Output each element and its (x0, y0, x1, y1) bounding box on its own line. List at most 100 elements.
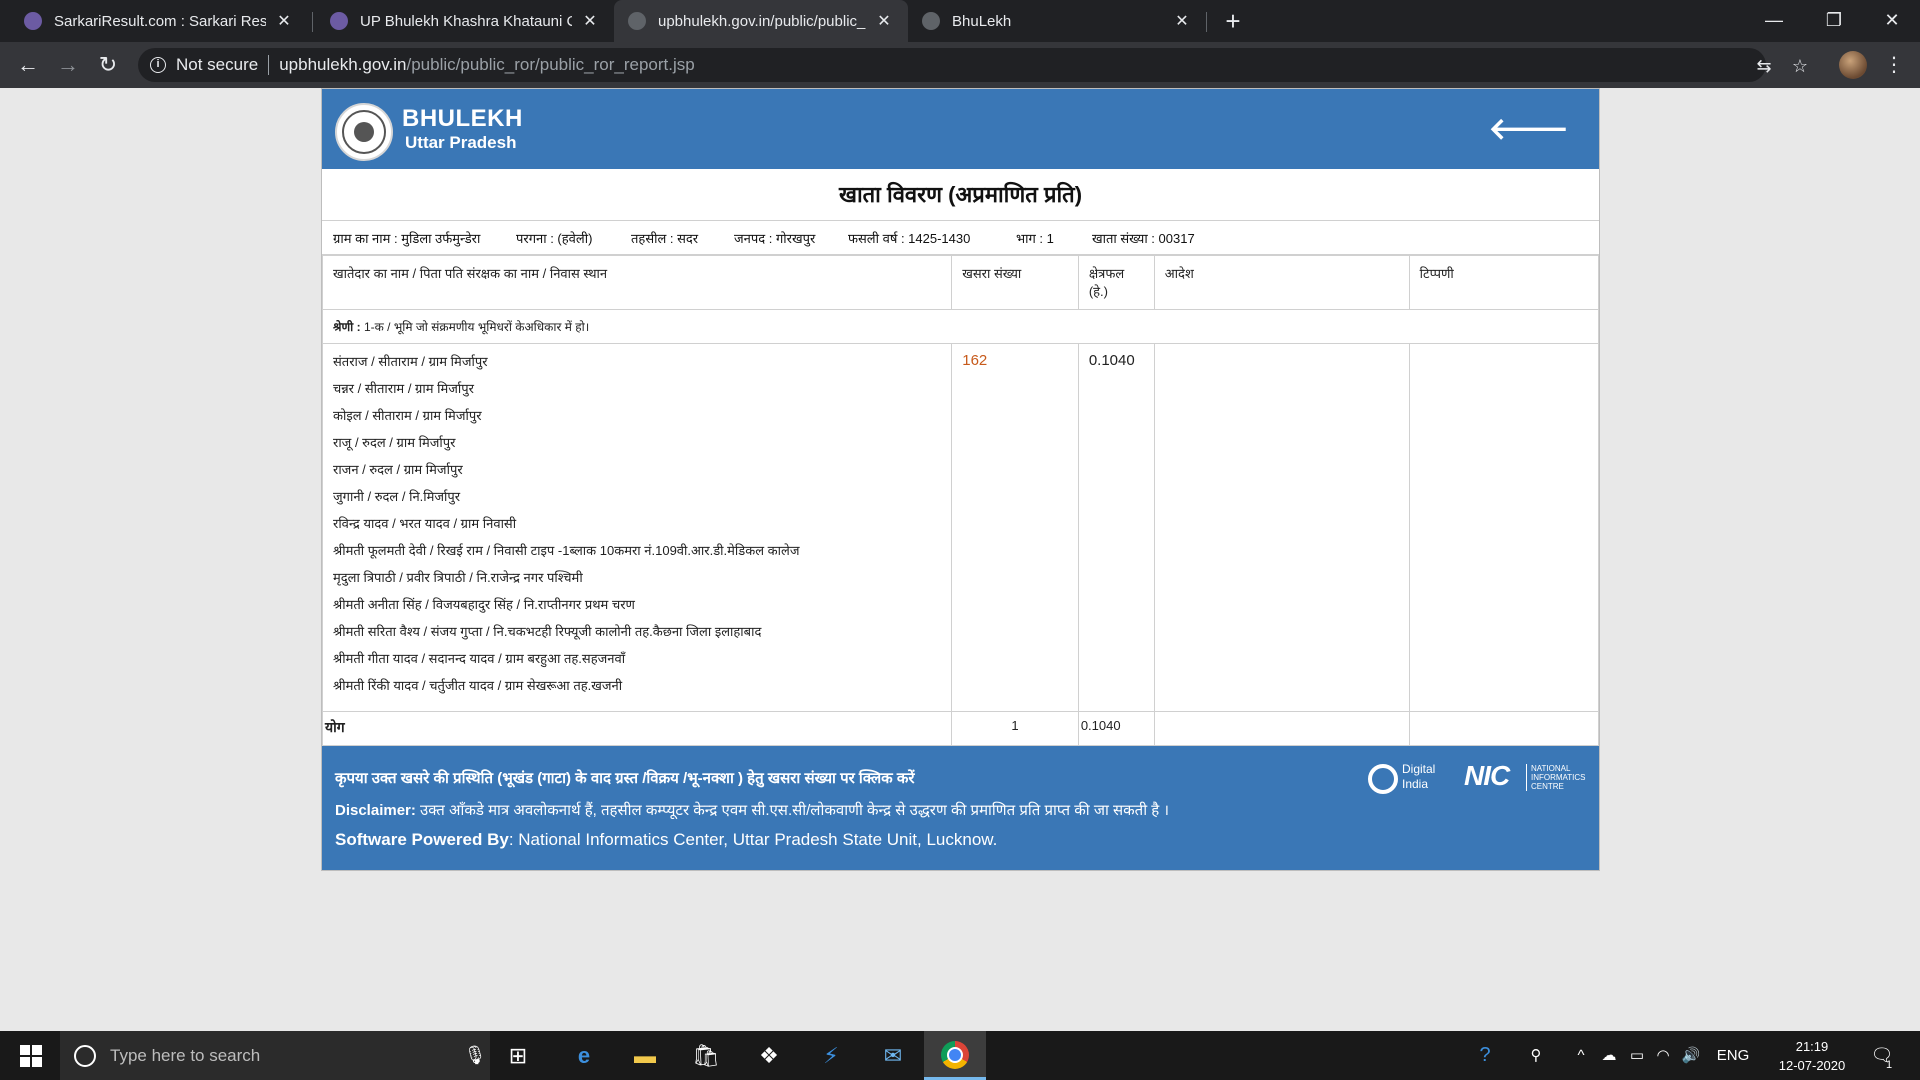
maximize-button[interactable]: ❐ (1806, 0, 1862, 42)
chevron-up-icon[interactable]: ^ (1570, 1031, 1592, 1080)
owner-entry: राजू / रुदल / ग्राम मिर्जापुर (333, 435, 456, 450)
khata-table: खातेदार का नाम / पिता पति संरक्षक का नाम… (321, 255, 1600, 746)
battery-icon[interactable]: ▭ (1624, 1031, 1650, 1080)
reload-icon[interactable]: ↻ (92, 49, 124, 81)
globe-icon (628, 12, 646, 30)
help-icon[interactable]: ? (1470, 1031, 1500, 1080)
clock-time: 21:19 (1795, 1039, 1829, 1054)
chrome-icon (941, 1041, 969, 1069)
owner-entry: श्रीमती सरिता वैश्य / संजय गुप्ता / नि.च… (333, 624, 762, 639)
browser-toolbar: ← → ↻ i Not secure upbhulekh.gov.in /pub… (0, 42, 1920, 88)
column-header-remark: टिप्पणी (1408, 255, 1600, 310)
owner-entry: श्रीमती अनीता सिंह / विजयबहादुर सिंह / न… (333, 597, 635, 612)
taskbar-search-placeholder[interactable]: Type here to search (110, 1046, 460, 1066)
tab-title: UP Bhulekh Khashra Khatauni Ch (360, 12, 572, 30)
bookmark-star-icon[interactable]: ☆ (1790, 56, 1810, 76)
total-area: 0.1040 (1077, 711, 1155, 746)
nic-logo-mark: NIC (1464, 760, 1510, 791)
profile-avatar[interactable] (1839, 51, 1867, 79)
tab-sarkariresult[interactable]: SarkariResult.com : Sarkari Result ✕ (10, 0, 308, 42)
windows-taskbar: Type here to search 🎙 ⊞ e ▬ 🛍 ❖ ⚡ ✉ ? ⚲ … (0, 1031, 1920, 1080)
visual-studio-icon[interactable]: ⚡ (815, 1040, 847, 1072)
report-footer: कृपया उक्त खसरे की प्रस्थिति (भूखंड (गाट… (322, 746, 1599, 870)
total-remark-cell (1408, 711, 1600, 746)
tab-close-icon[interactable]: ✕ (274, 11, 294, 31)
taskbar-search-box[interactable]: Type here to search 🎙 (60, 1031, 490, 1080)
area-cell: 0.1040 (1077, 343, 1155, 712)
microphone-icon[interactable]: 🎙 (460, 1045, 490, 1066)
category-cell: श्रेणी : 1-क / भूमि जो संक्रमणीय भूमिधरो… (322, 309, 1599, 344)
table-header-row: खातेदार का नाम / पिता पति संरक्षक का नाम… (321, 255, 1600, 310)
column-header-khasra: खसरा संख्या (951, 255, 1079, 310)
fasli-year: फसली वर्ष : 1425-1430 (848, 230, 971, 246)
tab-close-icon[interactable]: ✕ (580, 11, 600, 31)
owner-entry: जुगानी / रुदल / नि.मिर्जापुर (333, 489, 461, 504)
tab-title: BhuLekh (952, 12, 1012, 30)
total-row: योग 1 0.1040 (321, 711, 1600, 746)
back-arrow-icon[interactable]: ← (12, 49, 44, 81)
translate-icon[interactable]: ⇆ (1754, 56, 1774, 76)
address-bar[interactable]: i Not secure upbhulekh.gov.in /public/pu… (138, 48, 1808, 82)
village-info-row: ग्राम का नाम : मुडिला उर्फमुन्डेरा परगना… (322, 221, 1599, 255)
nic-line2: INFORMATICS (1531, 773, 1586, 782)
tab-public-ror-report[interactable]: upbhulekh.gov.in/public/public_r ✕ (614, 0, 908, 42)
url-path[interactable]: /public/public_ror/public_ror_report.jsp (407, 55, 695, 75)
back-arrow-icon[interactable]: 🡐 (1489, 111, 1569, 147)
district: जनपद : गोरखपुर (734, 230, 816, 246)
globe-icon (922, 12, 940, 30)
column-header-area: क्षेत्रफल (हे.) (1077, 255, 1155, 310)
info-icon[interactable]: i (150, 57, 166, 73)
owners-cell: संतराज / सीताराम / ग्राम मिर्जापुर चन्नर… (321, 343, 953, 712)
mail-icon[interactable]: ✉ (877, 1040, 909, 1072)
khasra-number-link[interactable]: 162 (962, 352, 987, 369)
microsoft-store-icon[interactable]: 🛍 (690, 1040, 722, 1072)
security-label[interactable]: Not secure (176, 55, 258, 75)
report-title: खाता विवरण (अप्रमाणित प्रति) (322, 169, 1599, 221)
url-divider (268, 55, 270, 75)
wifi-icon[interactable]: ◠ (1650, 1031, 1676, 1080)
input-language[interactable]: ENG (1710, 1031, 1756, 1080)
volume-icon[interactable]: 🔊 (1678, 1031, 1704, 1080)
tab-title: upbhulekh.gov.in/public/public_r (658, 12, 866, 30)
tab-bhulekh[interactable]: BhuLekh ✕ (908, 0, 1206, 42)
dropbox-icon[interactable]: ❖ (753, 1040, 785, 1072)
search-icon (74, 1044, 96, 1067)
ror-report: BHULEKH Uttar Pradesh 🡐 खाता विवरण (अप्र… (321, 88, 1600, 871)
windows-start-icon[interactable] (0, 1031, 60, 1080)
file-explorer-icon[interactable]: ▬ (629, 1040, 661, 1072)
owner-entry: श्रीमती गीता यादव / सदानन्द यादव / ग्राम… (333, 651, 626, 666)
owner-entry: श्रीमती फूलमती देवी / रिखई राम / निवासी … (333, 543, 800, 558)
tab-up-bhulekh[interactable]: UP Bhulekh Khashra Khatauni Ch ✕ (316, 0, 614, 42)
tab-close-icon[interactable]: ✕ (874, 11, 894, 31)
forward-arrow-icon[interactable]: → (52, 49, 84, 81)
digital-india-icon (1368, 764, 1398, 794)
system-clock[interactable]: 21:19 12-07-2020 (1772, 1037, 1852, 1075)
tab-close-icon[interactable]: ✕ (1172, 11, 1192, 31)
notification-center-icon[interactable]: 🗨 (1864, 1031, 1900, 1080)
edge-browser-icon[interactable]: e (568, 1040, 600, 1072)
people-icon[interactable]: ⚲ (1522, 1031, 1550, 1080)
browser-menu-icon[interactable]: ⋮ (1884, 50, 1904, 80)
tab-divider (312, 12, 313, 32)
khasra-cell: 162 (951, 343, 1079, 712)
site-favicon-icon (24, 12, 42, 30)
khasra-click-instruction: कृपया उक्त खसरे की प्रस्थिति (भूखंड (गाट… (335, 770, 915, 787)
close-window-button[interactable]: ✕ (1864, 0, 1920, 42)
tab-divider (1206, 12, 1207, 32)
bhag: भाग : 1 (1016, 230, 1054, 246)
table-row: संतराज / सीताराम / ग्राम मिर्जापुर चन्नर… (321, 343, 1600, 712)
new-tab-button[interactable]: + (1218, 6, 1248, 36)
minimize-button[interactable]: — (1746, 0, 1802, 42)
chrome-taskbar-button[interactable] (924, 1031, 986, 1080)
onedrive-cloud-icon[interactable]: ☁ (1596, 1031, 1622, 1080)
remark-cell (1408, 343, 1600, 712)
tehsil: तहसील : सदर (631, 230, 699, 246)
brand-title: BHULEKH (402, 105, 523, 132)
owner-entry: श्रीमती रिंकी यादव / चर्तुजीत यादव / ग्र… (333, 678, 623, 693)
tab-title: SarkariResult.com : Sarkari Result (54, 12, 266, 30)
task-view-icon[interactable]: ⊞ (502, 1040, 534, 1072)
nic-logo: NIC NATIONAL INFORMATICS CENTRE (1464, 760, 1594, 800)
notification-count: 1 (1886, 1059, 1893, 1071)
order-cell (1153, 343, 1410, 712)
url-host[interactable]: upbhulekh.gov.in (279, 55, 406, 75)
